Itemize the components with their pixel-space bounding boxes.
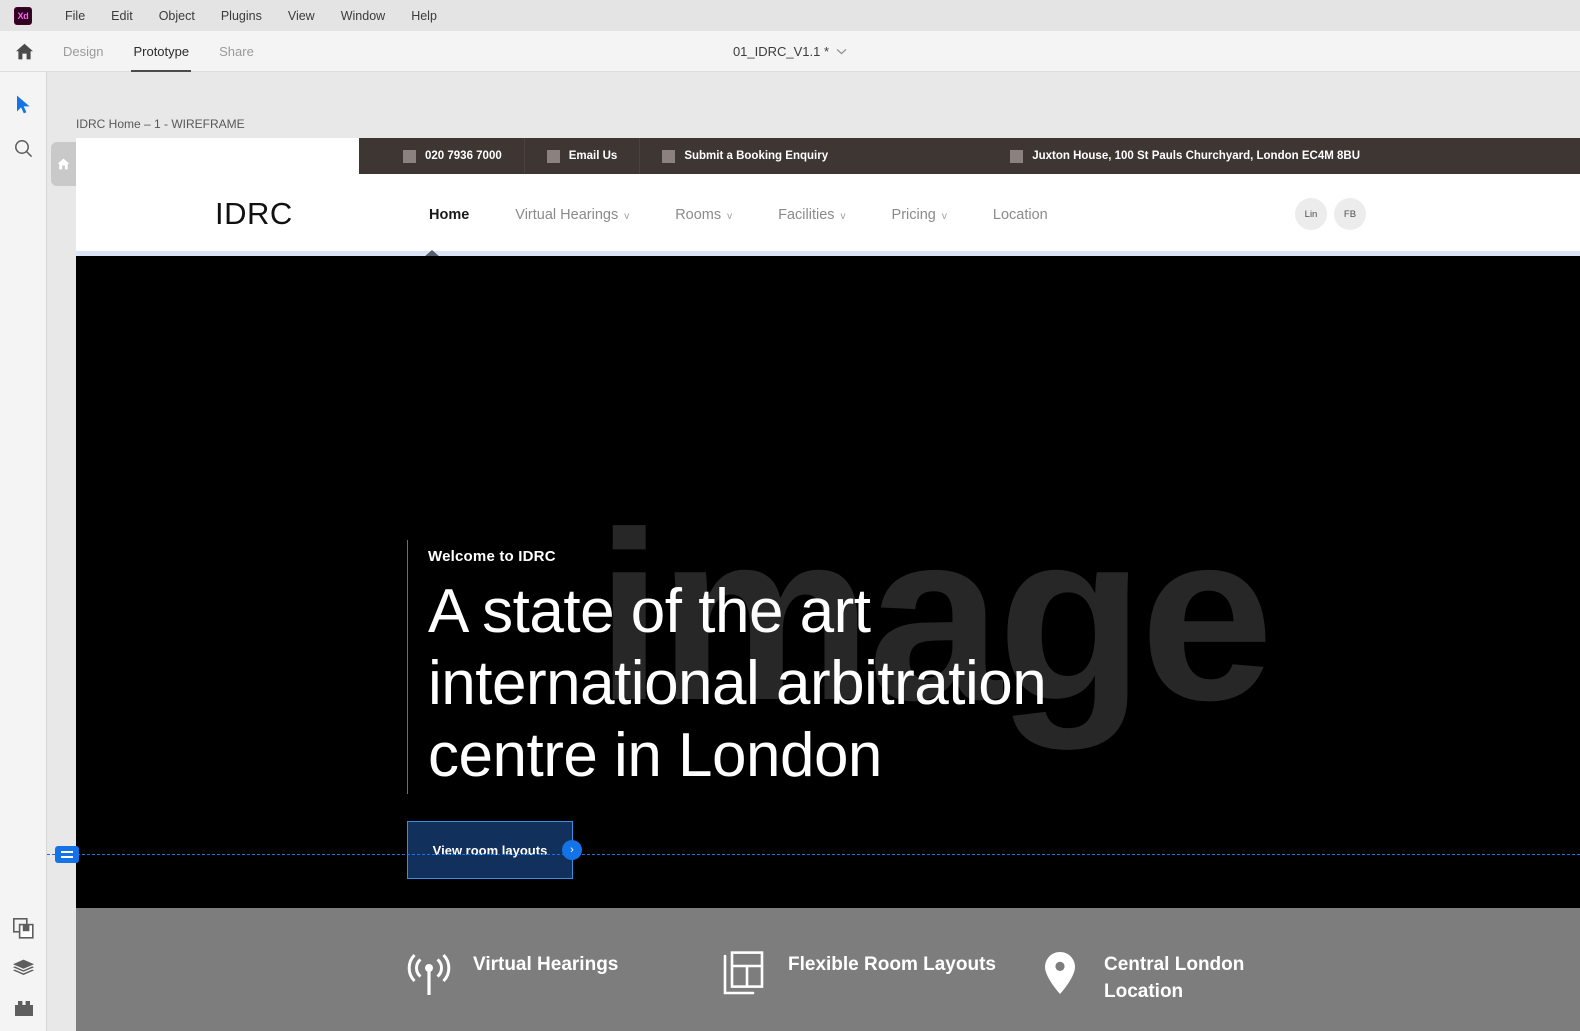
- feature-virtual-hearings[interactable]: Virtual Hearings: [407, 950, 618, 996]
- xd-application-window: Xd File Edit Object Plugins View Window …: [0, 0, 1580, 1031]
- home-icon: [15, 43, 33, 59]
- nav-item-facilities[interactable]: Facilities v: [755, 207, 868, 223]
- cursor-arrow-icon: [17, 95, 30, 113]
- chevron-down-icon: v: [727, 210, 733, 222]
- phone-icon: [403, 149, 416, 163]
- menu-file[interactable]: File: [52, 0, 98, 31]
- linkedin-button[interactable]: Lin: [1295, 198, 1327, 230]
- site-navigation: IDRC Home Virtual Hearings v Rooms v Fac…: [76, 174, 1580, 255]
- hamburger-handle-icon[interactable]: [55, 846, 79, 863]
- nav-item-location[interactable]: Location: [970, 207, 1071, 223]
- tool-sidebar: [0, 72, 47, 1031]
- contact-email[interactable]: Email Us: [525, 138, 640, 174]
- layers-panel-button[interactable]: [0, 946, 47, 990]
- feature-central-london-location-label: Central London Location: [1104, 954, 1245, 1002]
- hero-kicker: Welcome to IDRC: [428, 548, 556, 565]
- nav-item-location-label: Location: [992, 206, 1048, 223]
- contact-address[interactable]: Juxton House, 100 St Pauls Churchyard, L…: [988, 138, 1580, 174]
- document-title: 01_IDRC_V1.1 *: [732, 44, 830, 59]
- plugins-icon: [14, 1000, 33, 1016]
- nav-item-home-label: Home: [429, 206, 470, 223]
- contact-address-label: Juxton House, 100 St Pauls Churchyard, L…: [1032, 150, 1360, 162]
- contact-phone[interactable]: 020 7936 7000: [359, 138, 524, 174]
- hero-section: image Welcome to IDRC A state of the art…: [76, 256, 1580, 908]
- select-tool[interactable]: [0, 82, 47, 126]
- menu-plugins[interactable]: Plugins: [208, 0, 275, 31]
- nav-links: Home Virtual Hearings v Rooms v Faciliti…: [406, 174, 1071, 255]
- room-layout-icon: [722, 950, 766, 996]
- feature-central-london-location[interactable]: Central London Location: [1038, 950, 1244, 1006]
- menu-bar: Xd File Edit Object Plugins View Window …: [0, 0, 1580, 31]
- tab-prototype[interactable]: Prototype: [118, 31, 204, 72]
- contact-bar: 020 7936 7000 Email Us Submit a Booking …: [359, 138, 1580, 174]
- feature-virtual-hearings-label: Virtual Hearings: [473, 954, 619, 975]
- social-buttons: Lin FB: [1295, 198, 1366, 230]
- nav-item-virtual-hearings[interactable]: Virtual Hearings v: [492, 207, 652, 223]
- chevron-down-icon: v: [624, 210, 630, 222]
- nav-item-pricing[interactable]: Pricing v: [869, 207, 970, 223]
- contact-booking-enquiry[interactable]: Submit a Booking Enquiry: [640, 138, 850, 174]
- menu-edit[interactable]: Edit: [98, 0, 146, 31]
- nav-item-facilities-label: Facilities: [778, 206, 835, 223]
- feature-flexible-room-layouts[interactable]: Flexible Room Layouts: [722, 950, 996, 996]
- menu-window[interactable]: Window: [328, 0, 398, 31]
- chevron-right-icon[interactable]: ›: [562, 840, 582, 860]
- components-icon: [13, 917, 34, 939]
- nav-item-virtual-hearings-label: Virtual Hearings: [515, 206, 619, 223]
- features-section: Virtual Hearings Flexible Room Layouts C…: [76, 908, 1580, 1031]
- tab-design[interactable]: Design: [48, 31, 118, 72]
- zoom-tool[interactable]: [0, 126, 47, 170]
- form-icon: [662, 149, 676, 163]
- pin-icon: [1010, 149, 1024, 163]
- nav-item-home[interactable]: Home: [406, 207, 492, 223]
- contact-email-label: Email Us: [568, 150, 618, 162]
- nav-item-rooms-label: Rooms: [675, 206, 722, 223]
- xd-logo-icon: Xd: [14, 6, 32, 25]
- home-screen-marker[interactable]: [51, 142, 76, 186]
- home-button[interactable]: [0, 31, 48, 72]
- menu-help[interactable]: Help: [398, 0, 450, 31]
- home-icon: [57, 158, 70, 170]
- site-logo[interactable]: IDRC: [215, 196, 293, 232]
- layers-icon: [13, 959, 34, 975]
- artboard-name-label[interactable]: IDRC Home – 1 - WIREFRAME: [76, 117, 245, 131]
- design-canvas[interactable]: IDRC Home – 1 - WIREFRAME 020 7936 7000 …: [47, 72, 1580, 1031]
- menu-view[interactable]: View: [275, 0, 328, 31]
- contact-phone-label: 020 7936 7000: [425, 150, 502, 162]
- nav-item-pricing-label: Pricing: [891, 206, 936, 223]
- chevron-down-icon: v: [840, 210, 846, 222]
- hero-accent-rule: [407, 540, 408, 794]
- chevron-down-icon[interactable]: [836, 48, 847, 55]
- components-panel-button[interactable]: [0, 906, 47, 950]
- facebook-button[interactable]: FB: [1334, 198, 1366, 230]
- tab-share[interactable]: Share: [204, 31, 269, 72]
- scroll-guide-line[interactable]: [47, 854, 1580, 855]
- map-pin-icon: [1038, 950, 1082, 996]
- nav-item-rooms[interactable]: Rooms v: [652, 207, 755, 223]
- chevron-down-icon: v: [941, 210, 947, 222]
- feature-flexible-room-layouts-label: Flexible Room Layouts: [788, 954, 996, 975]
- broadcast-icon: [407, 950, 451, 996]
- menu-object[interactable]: Object: [146, 0, 208, 31]
- hero-headline: A state of the art international arbitra…: [428, 577, 1047, 790]
- plugins-panel-button[interactable]: [0, 986, 47, 1030]
- artboard-idrc-home[interactable]: 020 7936 7000 Email Us Submit a Booking …: [76, 138, 1580, 1031]
- magnifier-icon: [15, 139, 33, 157]
- mail-icon: [546, 149, 560, 163]
- view-room-layouts-button[interactable]: View room layouts: [407, 821, 573, 879]
- contact-booking-label: Submit a Booking Enquiry: [684, 150, 829, 162]
- hero-cta-group[interactable]: View room layouts ›: [407, 821, 582, 879]
